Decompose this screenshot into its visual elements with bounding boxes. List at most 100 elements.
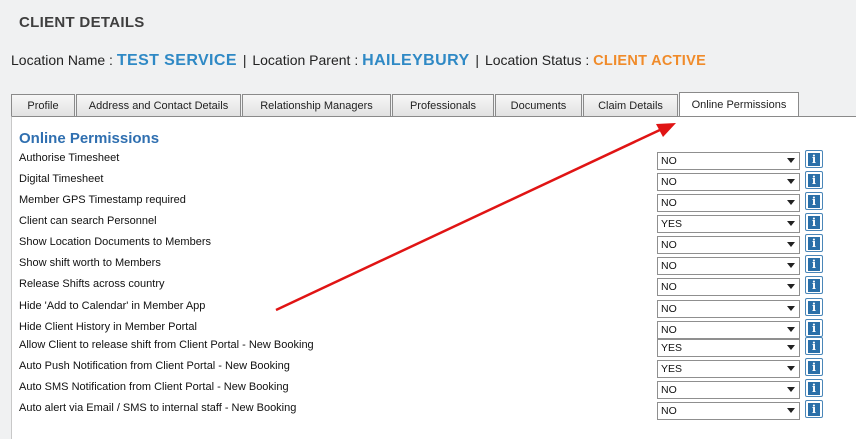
page-title: CLIENT DETAILS [19,14,145,31]
info-button[interactable]: i [805,213,823,231]
permission-select[interactable]: NO [657,300,800,318]
permission-select[interactable]: YES [657,339,800,357]
location-info-line: Location Name : TEST SERVICE | Location … [11,52,706,70]
info-button[interactable]: i [805,255,823,273]
location-status-value: CLIENT ACTIVE [593,53,707,69]
chevron-down-icon [787,242,795,247]
tab-relationship-managers[interactable]: Relationship Managers [242,94,391,116]
permission-row: Hide 'Add to Calendar' in Member App NO i [0,298,856,321]
permission-select[interactable]: NO [657,278,800,296]
permission-row: Authorise Timesheet NO i [0,150,856,173]
location-status-label: Location Status : [484,52,590,68]
permission-select[interactable]: NO [657,152,800,170]
permission-label: Show shift worth to Members [19,257,161,269]
chevron-down-icon [787,366,795,371]
info-icon: i [808,339,820,353]
chevron-down-icon [787,263,795,268]
tab-bar: Profile Address and Contact Details Rela… [11,92,800,116]
info-icon: i [808,257,820,271]
info-icon: i [808,215,820,229]
permission-label: Show Location Documents to Members [19,236,211,248]
chevron-down-icon [787,387,795,392]
info-button[interactable]: i [805,400,823,418]
info-button[interactable]: i [805,234,823,252]
info-icon: i [808,173,820,187]
info-button[interactable]: i [805,192,823,210]
location-parent-label: Location Parent : [252,52,359,68]
permission-row: Auto alert via Email / SMS to internal s… [0,400,856,423]
chevron-down-icon [787,221,795,226]
info-icon: i [808,381,820,395]
permission-label: Member GPS Timestamp required [19,194,186,206]
chevron-down-icon [787,284,795,289]
permission-label: Client can search Personnel [19,215,157,227]
location-parent-value: HAILEYBURY [362,52,470,69]
info-button[interactable]: i [805,319,823,337]
tab-professionals[interactable]: Professionals [392,94,494,116]
permission-row: Auto SMS Notification from Client Portal… [0,379,856,402]
permission-label: Digital Timesheet [19,173,104,185]
permission-select[interactable]: YES [657,360,800,378]
permission-label: Hide 'Add to Calendar' in Member App [19,300,206,312]
permission-row: Allow Client to release shift from Clien… [0,337,856,360]
permission-select[interactable]: NO [657,173,800,191]
tab-documents[interactable]: Documents [495,94,582,116]
permission-select-value: NO [661,384,677,396]
separator: | [475,52,480,68]
chevron-down-icon [787,345,795,350]
permission-select-value: NO [661,260,677,272]
permission-select-value: NO [661,155,677,167]
tab-claim-details[interactable]: Claim Details [583,94,678,116]
chevron-down-icon [787,200,795,205]
permission-select[interactable]: NO [657,321,800,339]
location-name-label: Location Name : [11,52,113,68]
permission-label: Authorise Timesheet [19,152,120,164]
location-name-value: TEST SERVICE [116,52,237,69]
tab-online-permissions[interactable]: Online Permissions [679,92,799,116]
info-button[interactable]: i [805,276,823,294]
info-button[interactable]: i [805,298,823,316]
permission-row: Member GPS Timestamp required NO i [0,192,856,215]
info-button[interactable]: i [805,337,823,355]
permission-select-value: NO [661,324,677,336]
info-icon: i [808,402,820,416]
tab-address-and-contact-details[interactable]: Address and Contact Details [76,94,241,116]
permission-select-value: YES [661,342,683,354]
info-button[interactable]: i [805,171,823,189]
separator: | [242,52,247,68]
info-icon: i [808,236,820,250]
permission-select[interactable]: NO [657,257,800,275]
permission-select[interactable]: NO [657,194,800,212]
permission-select-value: NO [661,303,677,315]
info-icon: i [808,278,820,292]
permission-label: Auto Push Notification from Client Porta… [19,360,290,372]
chevron-down-icon [787,327,795,332]
permission-select-value: NO [661,197,677,209]
info-button[interactable]: i [805,358,823,376]
chevron-down-icon [787,408,795,413]
permission-select[interactable]: NO [657,236,800,254]
permission-label: Allow Client to release shift from Clien… [19,339,314,351]
section-title: Online Permissions [19,130,160,147]
info-button[interactable]: i [805,150,823,168]
chevron-down-icon [787,306,795,311]
info-icon: i [808,300,820,314]
info-button[interactable]: i [805,379,823,397]
permission-select-value: NO [661,239,677,251]
permission-select[interactable]: NO [657,402,800,420]
permission-select-value: NO [661,176,677,188]
info-icon: i [808,152,820,166]
permission-label: Hide Client History in Member Portal [19,321,197,333]
permission-select[interactable]: NO [657,381,800,399]
permission-row: Show shift worth to Members NO i [0,255,856,278]
chevron-down-icon [787,158,795,163]
tab-profile[interactable]: Profile [11,94,75,116]
permission-row: Show Location Documents to Members NO i [0,234,856,257]
permission-select-value: NO [661,405,677,417]
permission-select[interactable]: YES [657,215,800,233]
permission-select-value: NO [661,281,677,293]
info-icon: i [808,360,820,374]
info-icon: i [808,194,820,208]
chevron-down-icon [787,179,795,184]
permission-select-value: YES [661,218,683,230]
